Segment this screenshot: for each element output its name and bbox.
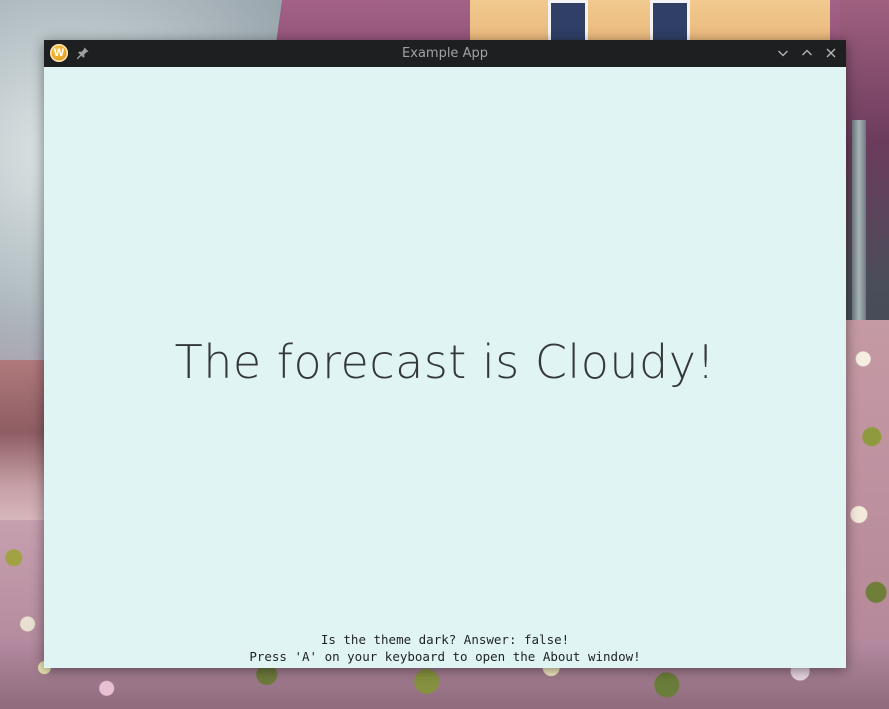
minimize-button[interactable] [776,46,790,60]
window-titlebar[interactable]: W Example App [44,40,846,67]
app-window: W Example App The forecast is Cloudy! Is… [44,40,846,668]
about-hint-text: Press 'A' on your keyboard to open the A… [249,649,641,664]
forecast-heading: The forecast is Cloudy! [174,335,716,389]
theme-status-text: Is the theme dark? Answer: false! [320,632,570,647]
maximize-button[interactable] [800,46,814,60]
window-content: The forecast is Cloudy! Is the theme dar… [44,67,846,668]
close-button[interactable] [824,46,838,60]
window-title: Example App [402,46,488,61]
wallpaper-drainpipe [852,120,866,340]
